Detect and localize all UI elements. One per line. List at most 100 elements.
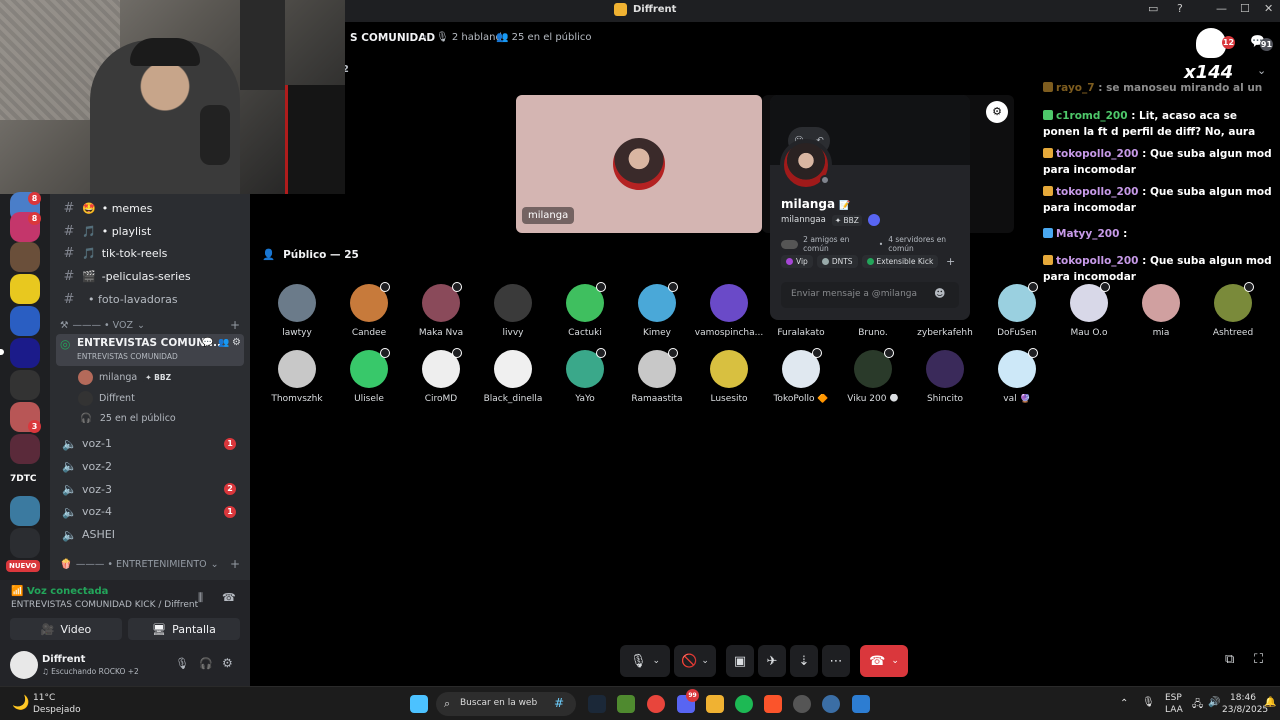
voice-member[interactable]: milanga ✦ BBZ: [78, 370, 174, 385]
weather-desc[interactable]: Despejado: [33, 705, 81, 715]
add-role-icon[interactable]: +: [946, 255, 955, 268]
new-badge[interactable]: NUEVO: [6, 560, 40, 572]
mute-mic-icon[interactable]: 🎙: [175, 657, 189, 670]
audience-name[interactable]: Ramaastita: [617, 394, 697, 404]
server-icon[interactable]: [10, 434, 40, 464]
tray-mic-icon[interactable]: 🎙: [1142, 697, 1155, 708]
audience-name[interactable]: CiroMD: [401, 394, 481, 404]
volume-icon[interactable]: 🔊: [1208, 697, 1220, 708]
app-icon[interactable]: [822, 695, 840, 713]
network-icon[interactable]: 🖧: [1192, 697, 1203, 714]
server-icon[interactable]: 3: [10, 402, 41, 433]
maximize-button[interactable]: ☐: [1240, 2, 1250, 15]
profile-mutuals[interactable]: 2 amigos en común • 4 servidores en comú…: [781, 235, 970, 253]
audience-name[interactable]: Ashtreed: [1193, 328, 1273, 338]
screen-share-toggle[interactable]: ▣: [726, 645, 754, 677]
notepad-icon[interactable]: [852, 695, 870, 713]
audience-name[interactable]: Candee: [329, 328, 409, 338]
screen-share-button[interactable]: 🖥 Pantalla: [128, 618, 240, 640]
minecraft-icon[interactable]: [617, 695, 635, 713]
taskbar-search[interactable]: ⌕ Buscar en la web #: [436, 692, 576, 716]
add-channel-icon[interactable]: +: [230, 318, 240, 332]
discord-icon[interactable]: 99: [677, 689, 699, 713]
file-explorer-icon[interactable]: [706, 695, 724, 713]
emoji-picker-icon[interactable]: ☻: [934, 287, 945, 300]
audience-avatar[interactable]: [1142, 284, 1180, 322]
entertainment-category[interactable]: 🍿 ——— • ENTRETENIMIENTO ⌄: [60, 559, 219, 570]
voice-member[interactable]: Diffrent: [78, 391, 135, 406]
server-icon[interactable]: [10, 274, 40, 304]
profile-message-field[interactable]: Enviar mensaje a @milanga ☻: [781, 282, 959, 308]
server-icon[interactable]: [10, 370, 40, 400]
chat-username[interactable]: tokopollo_200: [1056, 255, 1138, 267]
server-icon[interactable]: [10, 496, 40, 526]
disconnect-icon[interactable]: ☎: [222, 591, 236, 604]
audience-name[interactable]: DoFuSen: [977, 328, 1057, 338]
role-chip[interactable]: Extensible Kick: [861, 255, 939, 268]
clock-date[interactable]: 23/8/2025: [1222, 705, 1268, 715]
server-icon[interactable]: [10, 242, 40, 272]
audience-name[interactable]: Viku 200 🌑: [833, 394, 913, 404]
audience-avatar[interactable]: [710, 350, 748, 388]
user-avatar[interactable]: [10, 651, 38, 679]
text-channel[interactable]: # 🎵 tik-tok-reels: [58, 243, 246, 264]
audience-avatar[interactable]: [926, 350, 964, 388]
text-channel[interactable]: # 🎬 -peliculas-series: [58, 266, 246, 287]
audience-name[interactable]: Bruno.: [833, 328, 913, 338]
voice-channel[interactable]: 🔈 voz-1 1: [58, 433, 246, 454]
chat-username[interactable]: tokopollo_200: [1056, 186, 1138, 198]
chat-icon[interactable]: 💬: [202, 338, 213, 348]
tray-chevron-icon[interactable]: ⌃: [1120, 698, 1128, 709]
spotify-icon[interactable]: [735, 695, 753, 713]
settings-gear-icon[interactable]: ⚙: [986, 101, 1008, 123]
server-icon[interactable]: [10, 306, 40, 336]
audience-avatar[interactable]: [278, 350, 316, 388]
role-chip[interactable]: DNTS: [816, 255, 858, 268]
brave-icon[interactable]: [764, 695, 782, 713]
server-label[interactable]: 7DTC: [10, 474, 36, 484]
windows-start-icon[interactable]: [410, 695, 428, 713]
audience-name[interactable]: Ulisele: [329, 394, 409, 404]
audience-avatar[interactable]: [278, 284, 316, 322]
camera-toggle[interactable]: 🚫 ⌄: [674, 645, 716, 677]
chat-username[interactable]: rayo_7: [1056, 82, 1095, 94]
voice-location[interactable]: ENTREVISTAS COMUNIDAD KICK / Diffrent: [11, 600, 198, 610]
server-icon[interactable]: [10, 528, 40, 558]
clock-time[interactable]: 18:46: [1230, 693, 1256, 703]
audience-name[interactable]: lawtyy: [257, 328, 337, 338]
text-channel[interactable]: # • foto-lavadoras: [58, 289, 246, 310]
channel-settings-icon[interactable]: ⚙: [232, 337, 241, 348]
audience-avatar[interactable]: [710, 284, 748, 322]
minimize-button[interactable]: —: [1216, 2, 1227, 15]
mic-toggle[interactable]: 🎙 ⌄: [620, 645, 670, 677]
user-settings-icon[interactable]: ⚙: [222, 656, 233, 670]
audience-name[interactable]: Thomvszhk: [257, 394, 337, 404]
audience-name[interactable]: Maka Nva: [401, 328, 481, 338]
weather-temp[interactable]: 11°C: [33, 693, 55, 703]
chrome-icon[interactable]: [647, 695, 665, 713]
audience-name[interactable]: Black_dinella: [473, 394, 553, 404]
audience-name[interactable]: YaYo: [545, 394, 625, 404]
audience-line[interactable]: 🎧 25 en el público: [80, 413, 176, 424]
video-button[interactable]: 🎥 Video: [10, 618, 122, 640]
chat-username[interactable]: tokopollo_200: [1056, 148, 1138, 160]
leave-stage-button[interactable]: ☎ ⌄: [860, 645, 908, 677]
audience-name[interactable]: Furalakato: [761, 328, 841, 338]
help-icon[interactable]: ?: [1177, 2, 1183, 15]
thread-counter[interactable]: 💬 91: [1250, 30, 1273, 51]
voice-channel[interactable]: 🔈 voz-3 2: [58, 479, 246, 500]
active-voice-channel[interactable]: ◎ ENTREVISTAS COMUNI... ENTREVISTAS COMUNI…: [56, 334, 244, 366]
chat-username[interactable]: Matyy_200: [1056, 228, 1119, 240]
close-button[interactable]: ✕: [1264, 2, 1273, 15]
audience-name[interactable]: Kimey: [617, 328, 697, 338]
voice-category[interactable]: ⚒ ——— • VOZ ⌄: [60, 320, 145, 331]
audience-name[interactable]: vamospincha...: [689, 328, 769, 338]
input-layout[interactable]: LAA: [1165, 705, 1183, 715]
text-channel[interactable]: # 🎵 • playlist: [58, 221, 246, 242]
chat-username[interactable]: c1romd_200: [1056, 110, 1128, 122]
headphones-icon[interactable]: 🎧: [199, 657, 213, 670]
audience-name[interactable]: zyberkafehh: [905, 328, 985, 338]
text-channel[interactable]: # 🤩 • memes: [58, 198, 246, 219]
speaker-tile[interactable]: milanga: [516, 95, 762, 233]
steam-icon[interactable]: [588, 695, 606, 713]
